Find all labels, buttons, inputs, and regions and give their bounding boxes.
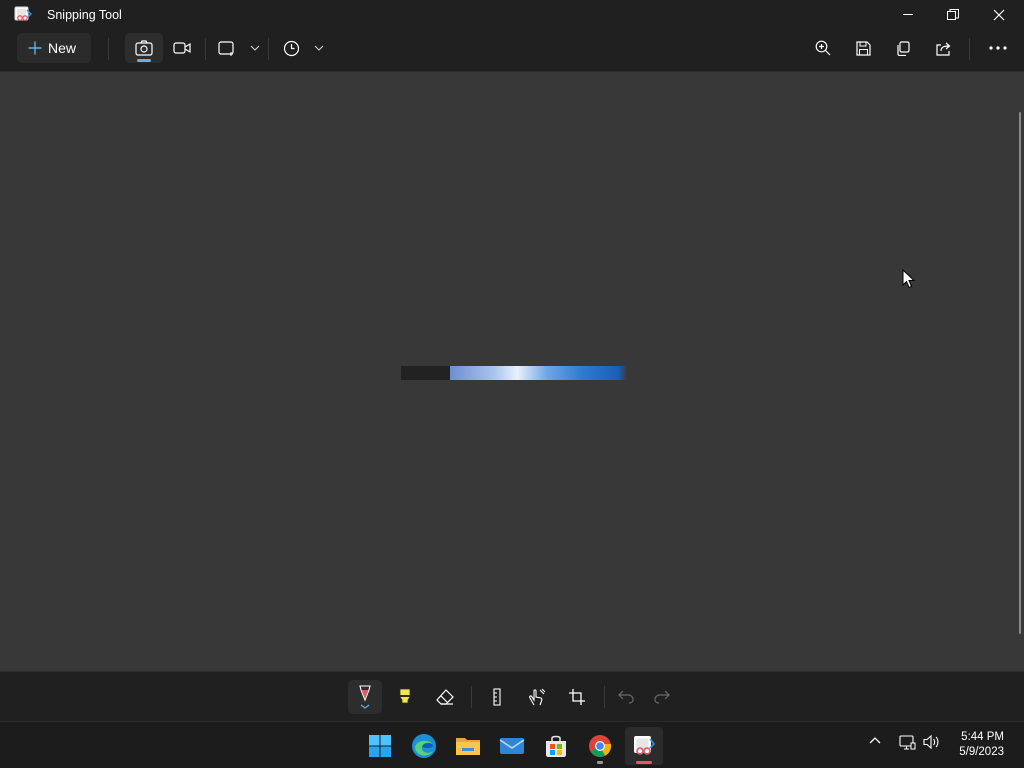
share-button[interactable] [927, 33, 959, 63]
folder-icon [456, 738, 480, 755]
screenshot-preview [401, 366, 627, 380]
undo-button[interactable] [609, 680, 643, 714]
copy-button[interactable] [887, 33, 919, 63]
save-button[interactable] [847, 33, 879, 63]
show-hidden-icons-button[interactable] [868, 734, 882, 753]
active-app-indicator [636, 761, 652, 764]
divider [969, 38, 970, 60]
eraser-button[interactable] [428, 680, 462, 714]
start-button[interactable] [361, 727, 399, 765]
crop-button[interactable] [560, 680, 594, 714]
store-icon [546, 735, 566, 757]
network-button[interactable] [899, 734, 916, 755]
more-options-icon [989, 46, 1007, 50]
ballpoint-pen-icon [359, 685, 371, 709]
ruler-icon [493, 688, 501, 706]
divider [268, 38, 269, 60]
chevron-down-icon [250, 45, 260, 51]
rectangle-snip-icon [218, 41, 234, 56]
taskbar-mail[interactable] [493, 727, 531, 765]
delay-timer-dropdown[interactable] [278, 33, 328, 63]
edge-icon [412, 734, 436, 758]
record-mode-button[interactable] [164, 33, 200, 63]
clock[interactable]: 5:44 PM 5/9/2023 [959, 730, 1004, 760]
close-button[interactable] [976, 0, 1022, 30]
minimize-icon [902, 14, 913, 15]
undo-icon [618, 690, 634, 704]
divider [205, 38, 206, 60]
clock-time: 5:44 PM [961, 731, 1004, 743]
touch-writing-icon [529, 688, 546, 706]
zoom-in-icon [815, 40, 831, 56]
mail-icon [499, 738, 525, 754]
title-bar: Snipping Tool [0, 0, 1024, 30]
save-icon [855, 40, 871, 56]
window-title: Snipping Tool [47, 8, 122, 22]
windows-logo-icon [369, 735, 391, 757]
camera-icon [135, 40, 153, 56]
zoom-button[interactable] [807, 33, 839, 63]
share-icon [935, 42, 950, 56]
speaker-icon [923, 734, 939, 750]
taskbar: 5:44 PM 5/9/2023 [0, 721, 1024, 768]
command-bar: New [0, 30, 1024, 72]
volume-button[interactable] [923, 734, 941, 755]
redo-button[interactable] [645, 680, 679, 714]
divider [604, 686, 605, 708]
highlighter-icon [399, 688, 411, 704]
divider [108, 38, 109, 60]
chevron-up-icon [869, 737, 881, 744]
mouse-cursor-icon [902, 269, 916, 289]
screenshot-dark-segment [401, 366, 450, 380]
snipping-area-dropdown[interactable] [214, 33, 264, 63]
new-button-label: New [48, 40, 77, 56]
snipping-tool-icon [634, 736, 656, 755]
taskbar-edge[interactable] [405, 727, 443, 765]
snip-canvas[interactable] [0, 72, 1024, 671]
vertical-scrollbar[interactable] [1019, 112, 1021, 634]
running-indicator [597, 761, 603, 764]
crop-icon [569, 689, 585, 705]
divider [471, 686, 472, 708]
touch-writing-button[interactable] [520, 680, 554, 714]
taskbar-snipping-tool[interactable] [625, 727, 663, 765]
taskbar-chrome[interactable] [581, 727, 619, 765]
copy-icon [896, 40, 910, 56]
highlighter-button[interactable] [388, 680, 422, 714]
snip-mode-button[interactable] [125, 33, 163, 63]
taskbar-file-explorer[interactable] [449, 727, 487, 765]
active-indicator [137, 59, 151, 62]
clock-icon [283, 40, 299, 56]
chrome-icon [589, 735, 612, 757]
new-snip-button[interactable]: New [17, 33, 91, 63]
plus-icon [28, 41, 42, 55]
restore-button[interactable] [930, 0, 976, 30]
taskbar-microsoft-store[interactable] [537, 727, 575, 765]
clock-date: 5/9/2023 [959, 746, 1004, 758]
close-icon [993, 9, 1005, 21]
snipping-tool-app-icon [14, 6, 32, 24]
video-camera-icon [173, 42, 191, 54]
ruler-button[interactable] [480, 680, 514, 714]
ballpoint-pen-button[interactable] [348, 680, 382, 714]
see-more-button[interactable] [982, 33, 1014, 63]
restore-icon [947, 9, 959, 20]
redo-icon [654, 690, 670, 704]
chevron-down-icon [314, 45, 323, 51]
screenshot-wallpaper-segment [450, 366, 627, 380]
minimize-button[interactable] [885, 0, 931, 30]
markup-toolbar [0, 671, 1024, 721]
eraser-icon [436, 689, 454, 705]
network-icon [899, 735, 916, 750]
